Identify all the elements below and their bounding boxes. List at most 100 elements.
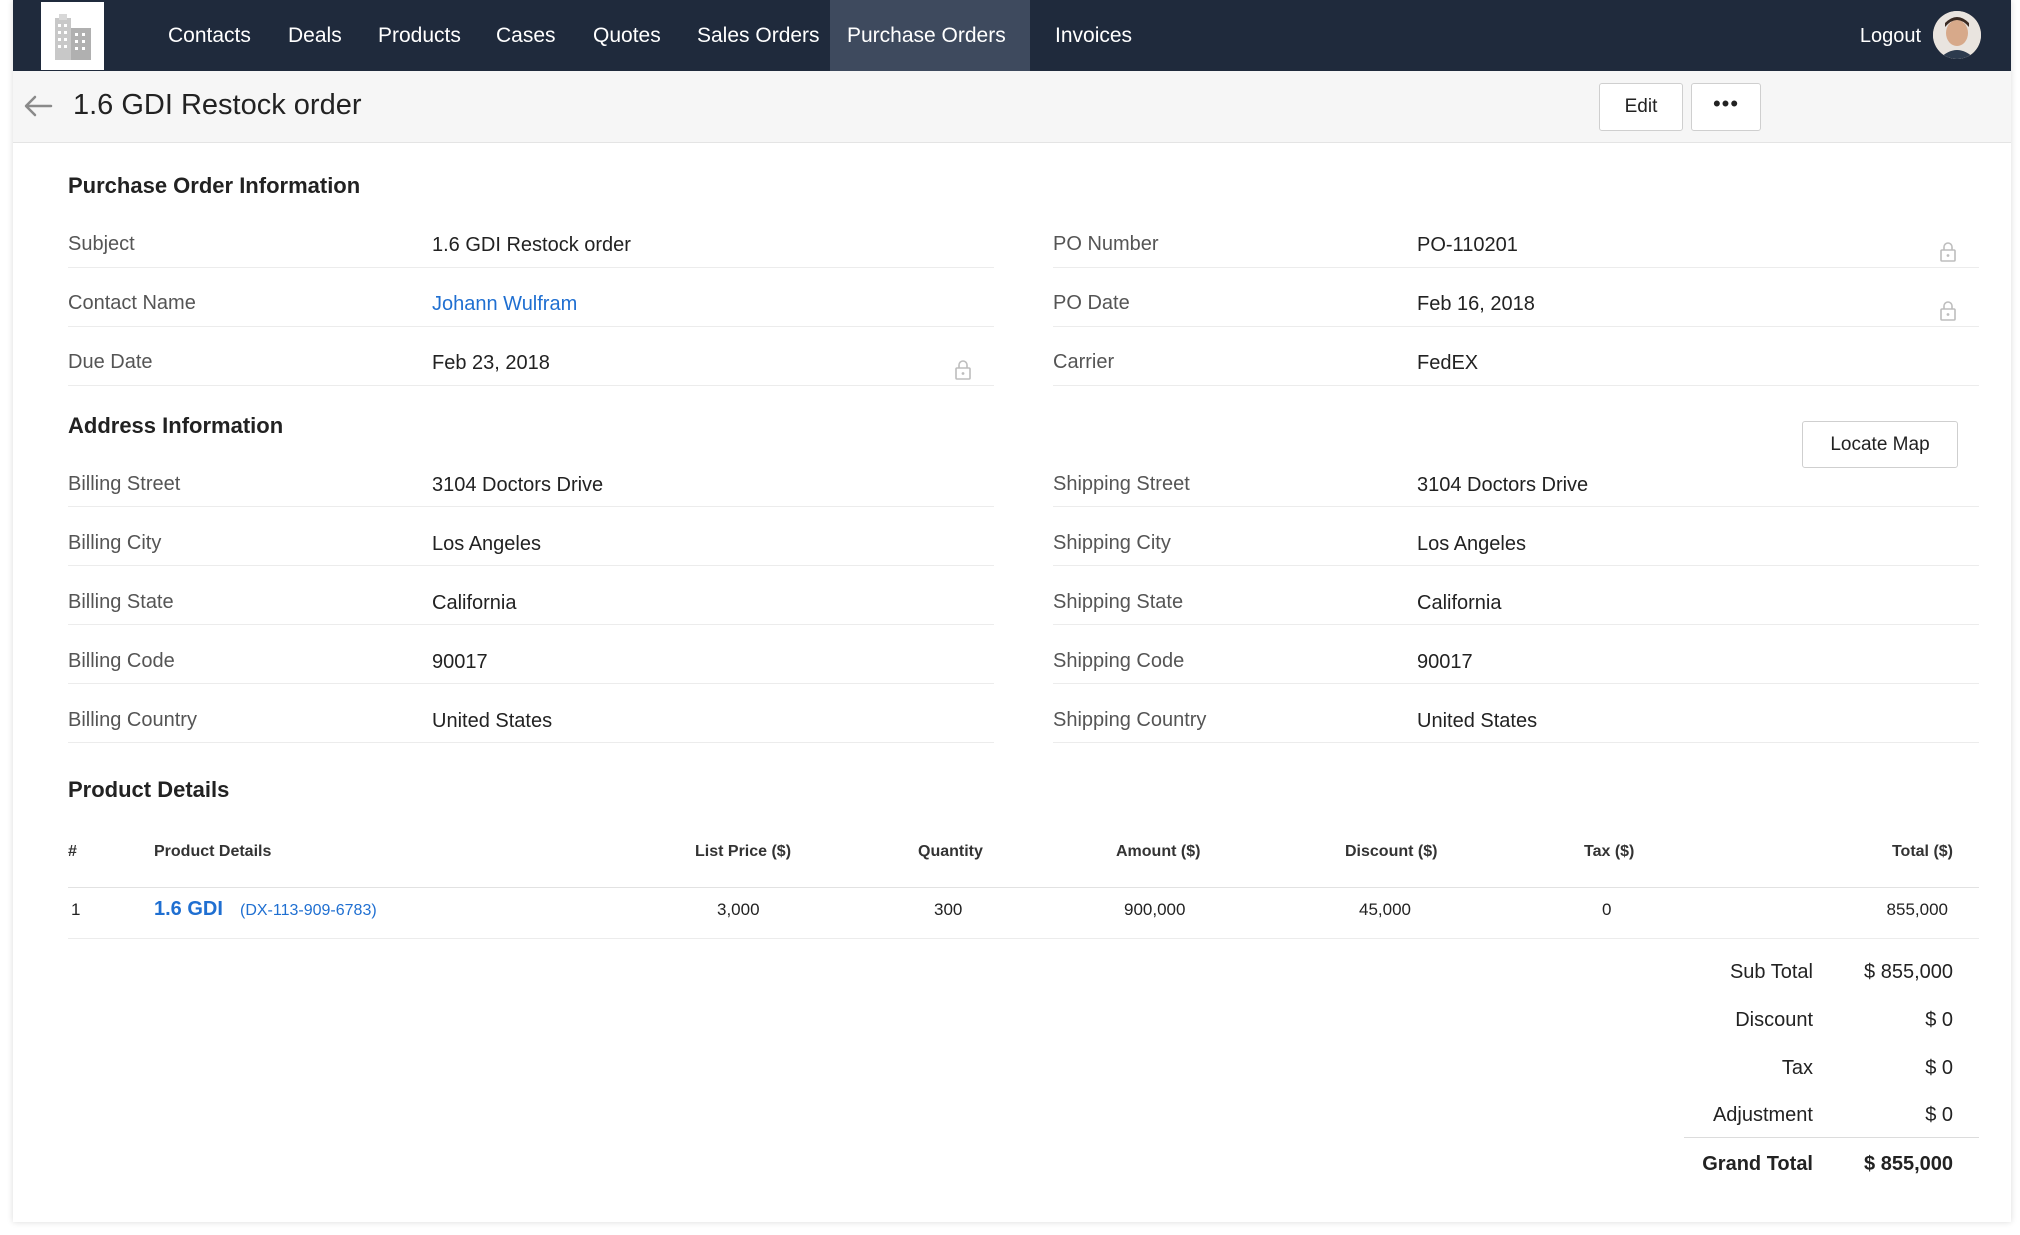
logout-link[interactable]: Logout <box>1860 0 1921 71</box>
shipping-state-value: California <box>1417 592 1502 614</box>
tax-total-label: Tax <box>1781 1057 1813 1079</box>
column-header-list-price: List Price ($) <box>695 843 792 860</box>
nav-quotes[interactable]: Quotes <box>576 0 678 71</box>
divider <box>1053 683 1979 684</box>
table-header-divider <box>68 887 1979 888</box>
shipping-country-value: United States <box>1417 710 1538 732</box>
discount-cell: 45,000 <box>1359 900 1411 919</box>
divider <box>68 624 994 625</box>
locate-map-button[interactable]: Locate Map <box>1802 421 1958 468</box>
contact-name-link[interactable]: Johann Wulfram <box>432 293 577 316</box>
billing-code-label: Billing Code <box>68 650 175 672</box>
divider <box>68 506 994 507</box>
divider <box>1053 267 1979 268</box>
adjustment-label: Adjustment <box>1712 1104 1813 1126</box>
po-number-value: PO-110201 <box>1417 234 1518 256</box>
carrier-value: FedEX <box>1417 352 1479 374</box>
product-name-link[interactable]: 1.6 GDI <box>154 898 223 921</box>
divider <box>1053 742 1979 743</box>
nav-sales-orders[interactable]: Sales Orders <box>680 0 837 71</box>
column-header-total: Total ($) <box>1891 843 1953 860</box>
billing-street-value: 3104 Doctors Drive <box>432 474 604 496</box>
divider <box>1053 385 1979 386</box>
address-section-title: Address Information <box>68 413 284 438</box>
back-arrow-icon[interactable] <box>21 91 55 121</box>
shipping-city-value: Los Angeles <box>1417 533 1526 555</box>
divider <box>68 938 1979 939</box>
shipping-city-label: Shipping City <box>1053 532 1171 554</box>
user-photo-icon <box>1933 11 1981 59</box>
column-header-amount: Amount ($) <box>1116 843 1201 860</box>
column-header-tax: Tax ($) <box>1584 843 1635 860</box>
column-header-quantity: Quantity <box>918 843 983 860</box>
sub-total-label: Sub Total <box>1729 961 1813 983</box>
billing-state-label: Billing State <box>68 591 174 613</box>
nav-invoices[interactable]: Invoices <box>1038 0 1149 71</box>
sub-total-value: $ 855,000 <box>1864 961 1953 983</box>
billing-country-label: Billing Country <box>68 709 197 731</box>
top-navigation-bar: Contacts Deals Products Cases Quotes Sal… <box>13 0 2011 71</box>
billing-state-value: California <box>432 592 517 614</box>
list-price-cell: 3,000 <box>717 900 760 919</box>
nav-products[interactable]: Products <box>361 0 478 71</box>
building-icon <box>55 14 91 60</box>
due-date-label: Due Date <box>68 351 153 373</box>
divider <box>1053 565 1979 566</box>
shipping-street-label: Shipping Street <box>1053 473 1190 495</box>
product-code-link[interactable]: (DX-113-909-6783) <box>240 902 377 920</box>
subject-value: 1.6 GDI Restock order <box>432 234 631 256</box>
billing-street-label: Billing Street <box>68 473 181 495</box>
billing-city-label: Billing City <box>68 532 162 554</box>
total-cell: 855,000 <box>1886 900 1948 919</box>
divider <box>68 267 994 268</box>
carrier-label: Carrier <box>1053 351 1115 373</box>
column-header-discount: Discount ($) <box>1345 843 1438 860</box>
divider <box>1053 326 1979 327</box>
grand-total-label: Grand Total <box>1702 1153 1813 1175</box>
app-window: Contacts Deals Products Cases Quotes Sal… <box>13 0 2011 1222</box>
shipping-code-value: 90017 <box>1417 651 1473 673</box>
record-header: 1.6 GDI Restock order Edit ••• <box>13 71 2011 143</box>
po-info-section-title: Purchase Order Information <box>68 173 361 198</box>
app-logo[interactable] <box>41 2 104 70</box>
shipping-code-label: Shipping Code <box>1053 650 1185 672</box>
grand-total-value: $ 855,000 <box>1864 1153 1953 1175</box>
contact-name-label: Contact Name <box>68 292 196 314</box>
divider <box>1053 624 1979 625</box>
nav-deals[interactable]: Deals <box>271 0 359 71</box>
subject-label: Subject <box>68 233 135 255</box>
divider <box>68 742 994 743</box>
discount-total-label: Discount <box>1735 1009 1813 1031</box>
nav-purchase-orders[interactable]: Purchase Orders <box>830 0 1030 71</box>
more-options-button[interactable]: ••• <box>1691 83 1761 131</box>
divider <box>68 385 994 386</box>
column-header-product-details: Product Details <box>154 843 272 860</box>
user-avatar[interactable] <box>1933 11 1981 59</box>
edit-button[interactable]: Edit <box>1599 83 1683 131</box>
amount-cell: 900,000 <box>1124 900 1186 919</box>
page-title: 1.6 GDI Restock order <box>73 89 362 121</box>
shipping-state-label: Shipping State <box>1053 591 1184 613</box>
totals-divider <box>1684 1137 1979 1138</box>
lock-icon <box>955 360 971 380</box>
po-number-label: PO Number <box>1053 233 1159 255</box>
tax-total-value: $ 0 <box>1925 1057 1953 1079</box>
adjustment-value: $ 0 <box>1925 1104 1953 1126</box>
lock-icon <box>1940 242 1956 262</box>
divider <box>68 565 994 566</box>
divider <box>68 683 994 684</box>
billing-code-value: 90017 <box>432 651 488 673</box>
discount-total-value: $ 0 <box>1925 1009 1953 1031</box>
product-details-section-title: Product Details <box>68 777 230 802</box>
nav-contacts[interactable]: Contacts <box>151 0 268 71</box>
divider <box>1053 506 1979 507</box>
nav-cases[interactable]: Cases <box>479 0 573 71</box>
due-date-value: Feb 23, 2018 <box>432 352 550 374</box>
po-date-label: PO Date <box>1053 292 1130 314</box>
row-index: 1 <box>71 900 81 919</box>
divider <box>68 326 994 327</box>
shipping-country-label: Shipping Country <box>1053 709 1207 731</box>
tax-cell: 0 <box>1602 900 1612 919</box>
po-date-value: Feb 16, 2018 <box>1417 293 1535 315</box>
lock-icon <box>1940 301 1956 321</box>
